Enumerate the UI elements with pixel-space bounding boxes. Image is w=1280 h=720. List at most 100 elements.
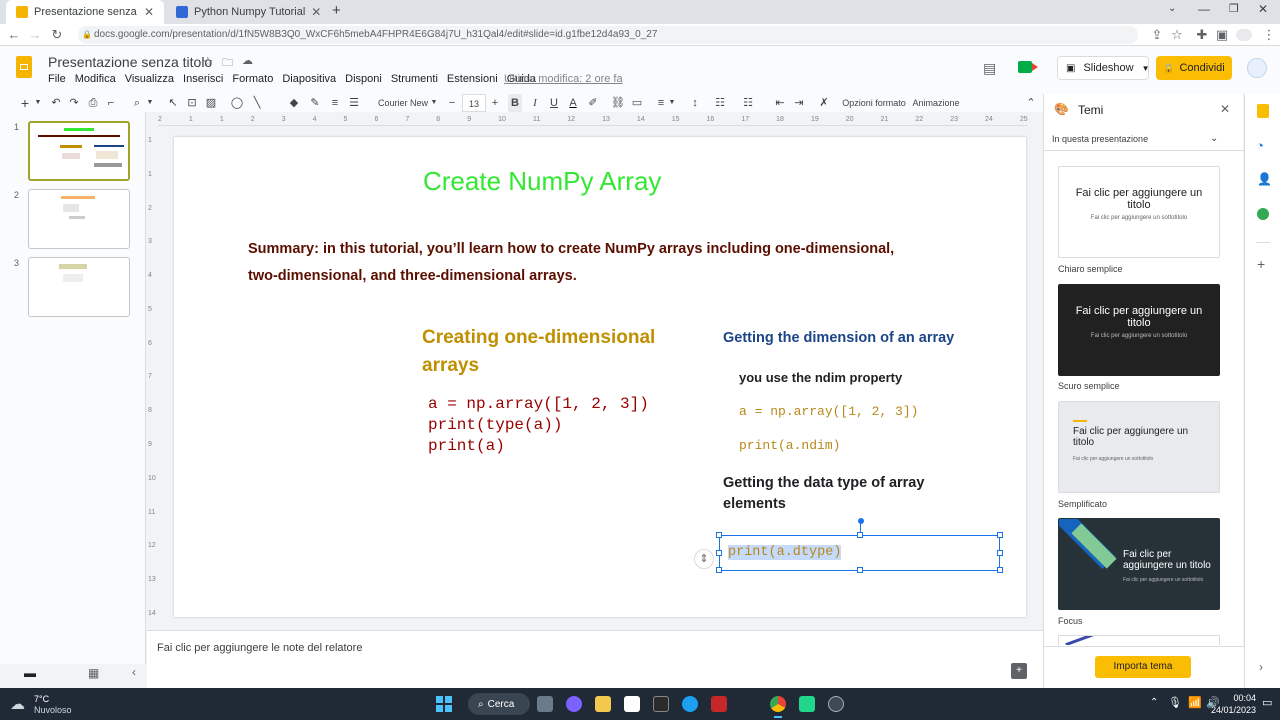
theme-card-scuro[interactable]: Fai clic per aggiungere un titolo Fai cl… xyxy=(1058,284,1220,376)
menu-inserisci[interactable]: Inserisci xyxy=(183,73,223,85)
keep-icon[interactable] xyxy=(1257,104,1269,118)
maps-icon[interactable] xyxy=(1257,208,1269,220)
menu-visualizza[interactable]: Visualizza xyxy=(125,73,174,85)
highlight-icon[interactable]: ✐ xyxy=(586,94,600,112)
menu-strumenti[interactable]: Strumenti xyxy=(391,73,438,85)
pycharm-icon[interactable] xyxy=(799,696,815,712)
redo-icon[interactable]: ↷ xyxy=(67,94,81,112)
browser-menu-icon[interactable]: ⋮ xyxy=(1260,26,1278,44)
menu-diapositiva[interactable]: Diapositiva xyxy=(282,73,336,85)
clock-time[interactable]: 00:04 xyxy=(1220,693,1256,703)
bookmark-star-icon[interactable]: ☆ xyxy=(1168,26,1186,44)
border-dash-icon[interactable]: ☰ xyxy=(347,94,361,112)
tab-search-icon[interactable]: ⌄ xyxy=(1168,3,1176,14)
font-size-input[interactable]: 13 xyxy=(462,94,486,112)
summary-line-1[interactable]: Summary: in this tutorial, you’ll learn … xyxy=(248,241,894,257)
import-theme-button[interactable]: Importa tema xyxy=(1095,656,1191,678)
weather-text[interactable]: Nuvoloso xyxy=(34,705,72,715)
maximize-icon[interactable]: ❐ xyxy=(1229,2,1239,15)
format-options-button[interactable]: Opzioni formato xyxy=(842,94,906,112)
zoom-icon[interactable]: ⌕ xyxy=(130,94,144,112)
chevron-down-icon[interactable]: ▼ xyxy=(430,94,438,112)
chat-icon[interactable] xyxy=(566,696,582,712)
tab-python-numpy[interactable]: Python Numpy Tutorial ✕ xyxy=(166,0,324,24)
ndim-code-1[interactable]: a = np.array([1, 2, 3]) xyxy=(739,404,918,419)
reload-icon[interactable]: ↻ xyxy=(48,26,66,44)
comments-icon[interactable]: ▤ xyxy=(983,60,996,77)
align-icon[interactable]: ≡ xyxy=(654,94,668,112)
code-line[interactable]: a = np.array([1, 2, 3]) xyxy=(428,395,649,413)
chevron-up-icon[interactable]: ⌃ xyxy=(1150,697,1158,708)
new-slide-icon[interactable]: + xyxy=(18,94,32,112)
app-icon[interactable] xyxy=(653,696,669,712)
edge-icon[interactable] xyxy=(682,696,698,712)
ndim-text[interactable]: you use the ndim property xyxy=(739,370,902,385)
explore-icon[interactable]: + xyxy=(1011,663,1027,679)
new-tab-button[interactable]: + xyxy=(332,2,341,19)
chevron-down-icon[interactable]: ▼ xyxy=(34,94,42,112)
back-icon[interactable]: ← xyxy=(5,26,23,44)
border-weight-icon[interactable]: ≡ xyxy=(328,94,342,112)
clock-date[interactable]: 24/01/2023 xyxy=(1210,705,1256,715)
close-icon[interactable]: ✕ xyxy=(311,5,321,19)
forward-icon[interactable]: → xyxy=(26,26,44,44)
left-heading-line-2[interactable]: arrays xyxy=(422,355,479,377)
bulleted-list-icon[interactable]: ☷ xyxy=(713,94,727,112)
numbered-list-icon[interactable]: ☷ xyxy=(741,94,755,112)
dtype-heading-line-2[interactable]: elements xyxy=(723,496,786,512)
tab-presentation[interactable]: Presentazione senza titolo - Pres ✕ xyxy=(6,0,164,24)
recorder-icon[interactable] xyxy=(828,696,844,712)
share-page-icon[interactable]: ⇪ xyxy=(1148,26,1166,44)
notifications-icon[interactable]: ▭ xyxy=(1262,696,1272,709)
sidepanel-icon[interactable]: ▣ xyxy=(1213,26,1231,44)
italic-button[interactable]: I xyxy=(528,94,542,112)
increase-indent-icon[interactable]: ⇥ xyxy=(792,94,806,112)
decrease-indent-icon[interactable]: ⇤ xyxy=(773,94,787,112)
weather-cloud-icon[interactable]: ☁ xyxy=(10,695,25,713)
left-heading-line-1[interactable]: Creating one-dimensional xyxy=(422,327,655,349)
slide-thumbnail-3[interactable] xyxy=(28,257,130,317)
star-icon[interactable]: ☆ xyxy=(202,54,214,70)
line-icon[interactable]: ╲ xyxy=(250,94,264,112)
minimize-icon[interactable]: — xyxy=(1198,2,1210,16)
resize-handle[interactable] xyxy=(857,532,863,538)
summary-line-2[interactable]: two-dimensional, and three-dimensional a… xyxy=(248,268,577,284)
fill-color-icon[interactable]: ◆ xyxy=(287,94,301,112)
close-icon[interactable]: ✕ xyxy=(144,5,154,19)
slide-1[interactable]: Create NumPy Array Summary: in this tuto… xyxy=(174,137,1026,617)
text-box-icon[interactable]: ⊡ xyxy=(185,94,199,112)
resize-handle[interactable] xyxy=(716,532,722,538)
ndim-code-2[interactable]: print(a.ndim) xyxy=(739,438,840,453)
select-cursor-icon[interactable]: ↖ xyxy=(166,94,180,112)
window-close-icon[interactable]: ✕ xyxy=(1258,2,1268,16)
menu-estensioni[interactable]: Estensioni xyxy=(447,73,498,85)
theme-card-focus[interactable]: Fai clic per aggiungere un titolo Fai cl… xyxy=(1058,518,1220,610)
code-line[interactable]: print(a) xyxy=(428,437,505,455)
undo-icon[interactable]: ↶ xyxy=(49,94,63,112)
profile-avatar[interactable] xyxy=(1236,29,1252,41)
microphone-icon[interactable]: 🎙 xyxy=(1168,696,1182,709)
collapse-filmstrip-icon[interactable]: ‹ xyxy=(132,665,136,679)
menu-file[interactable]: File xyxy=(48,73,66,85)
add-addon-icon[interactable]: + xyxy=(1257,256,1265,272)
slide-title[interactable]: Create NumPy Array xyxy=(423,166,661,197)
resize-handle[interactable] xyxy=(997,550,1003,556)
add-comment-icon[interactable]: ▭ xyxy=(630,94,644,112)
clear-format-icon[interactable]: ✗ xyxy=(817,94,831,112)
resize-handle[interactable] xyxy=(997,532,1003,538)
task-view-icon[interactable] xyxy=(537,696,553,712)
grid-view-icon[interactable]: ▦ xyxy=(88,666,99,680)
filmstrip-view-icon[interactable]: ▬ xyxy=(24,666,36,680)
paint-format-icon[interactable]: ⌐ xyxy=(104,94,118,112)
last-edit-link[interactable]: Ultima modifica: 2 ore fa xyxy=(504,73,623,85)
dtype-heading-line-1[interactable]: Getting the data type of array xyxy=(723,475,924,491)
collapse-toolbar-icon[interactable]: ⌃ xyxy=(1024,94,1038,112)
link-icon[interactable]: ⛓ xyxy=(611,94,625,112)
wifi-icon[interactable]: 📶 xyxy=(1188,696,1202,709)
slideshow-button[interactable]: ▣ Slideshow ▼ xyxy=(1057,56,1150,80)
resize-handle[interactable] xyxy=(716,550,722,556)
menu-formato[interactable]: Formato xyxy=(232,73,273,85)
chevron-down-icon[interactable]: ▼ xyxy=(1142,64,1150,73)
expand-panel-icon[interactable]: › xyxy=(1259,660,1263,674)
image-icon[interactable]: ▨ xyxy=(204,94,218,112)
